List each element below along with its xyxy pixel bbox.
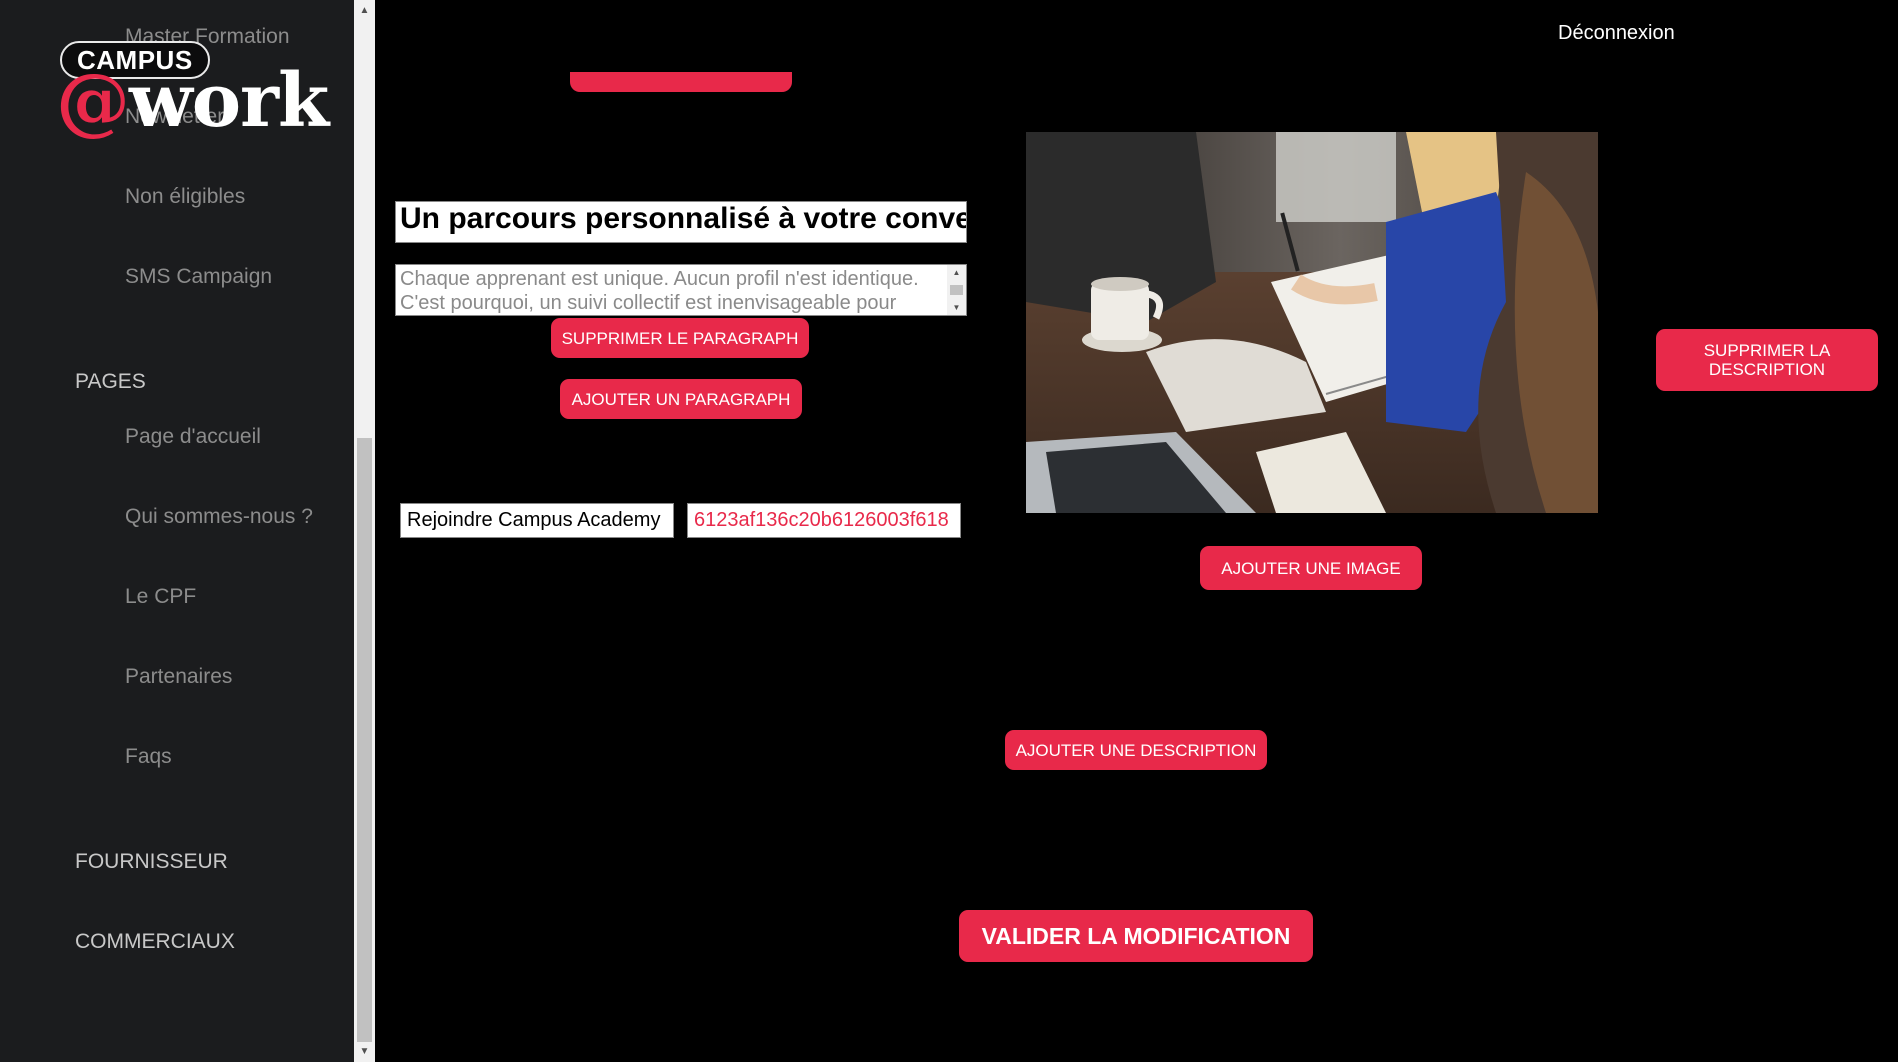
section-title-input[interactable]: Un parcours personnalisé à votre convena… — [395, 201, 967, 243]
textarea-scroll-up-icon[interactable]: ▲ — [947, 265, 966, 280]
sidebar-item-page-accueil[interactable]: Page d'accueil — [125, 425, 261, 449]
sidebar-item-partenaires[interactable]: Partenaires — [125, 665, 232, 689]
paragraph-text: Chaque apprenant est unique. Aucun profi… — [400, 268, 919, 314]
sidebar-item-faqs[interactable]: Faqs — [125, 745, 172, 769]
logo-at-sign: @ — [56, 58, 130, 144]
textarea-scroll-down-icon[interactable]: ▼ — [947, 300, 966, 315]
scroll-down-arrow-icon[interactable]: ▼ — [354, 1041, 375, 1062]
textarea-scrollbar[interactable]: ▲ ▼ — [947, 265, 966, 315]
link-label-input[interactable]: Rejoindre Campus Academy — [400, 503, 674, 538]
campus-work-logo[interactable]: CAMPUS @work — [56, 38, 329, 144]
delete-description-button[interactable]: SUPPRIMER LA DESCRIPTION — [1656, 329, 1878, 391]
textarea-scroll-thumb[interactable] — [950, 285, 963, 295]
scroll-up-arrow-icon[interactable]: ▲ — [354, 0, 375, 21]
sidebar-item-qui-sommes-nous[interactable]: Qui sommes-nous ? — [125, 505, 313, 529]
sidebar-scrollbar[interactable]: ▲ ▼ — [354, 0, 375, 1062]
add-description-button[interactable]: AJOUTER UNE DESCRIPTION — [1005, 730, 1267, 770]
link-id-input[interactable]: 6123af136c20b6126003f618 — [687, 503, 961, 538]
sidebar-section-pages[interactable]: PAGES — [75, 370, 146, 394]
sidebar-section-commerciaux[interactable]: COMMERCIAUX — [75, 930, 235, 954]
delete-paragraph-button[interactable]: SUPPRIMER LE PARAGRAPH — [551, 318, 809, 358]
logout-link[interactable]: Déconnexion — [1558, 22, 1675, 45]
sidebar-item-non-eligibles[interactable]: Non éligibles — [125, 185, 245, 209]
add-image-button[interactable]: AJOUTER UNE IMAGE — [1200, 546, 1422, 590]
section-image — [1026, 132, 1598, 513]
logo-work-wordmark: @work — [56, 58, 329, 144]
sidebar: Master Formation Newsletter Non éligible… — [0, 0, 354, 1062]
sidebar-item-le-cpf[interactable]: Le CPF — [125, 585, 196, 609]
paragraph-textarea[interactable]: Chaque apprenant est unique. Aucun profi… — [395, 264, 967, 316]
validate-modification-button[interactable]: VALIDER LA MODIFICATION — [959, 910, 1313, 962]
add-paragraph-button[interactable]: AJOUTER UN PARAGRAPH — [560, 379, 802, 419]
sidebar-item-sms-campaign[interactable]: SMS Campaign — [125, 265, 272, 289]
scrollbar-thumb[interactable] — [357, 438, 372, 1042]
logo-work-text: work — [129, 58, 329, 144]
sidebar-section-fournisseur[interactable]: FOURNISSEUR — [75, 850, 228, 874]
partial-button[interactable] — [570, 72, 792, 92]
